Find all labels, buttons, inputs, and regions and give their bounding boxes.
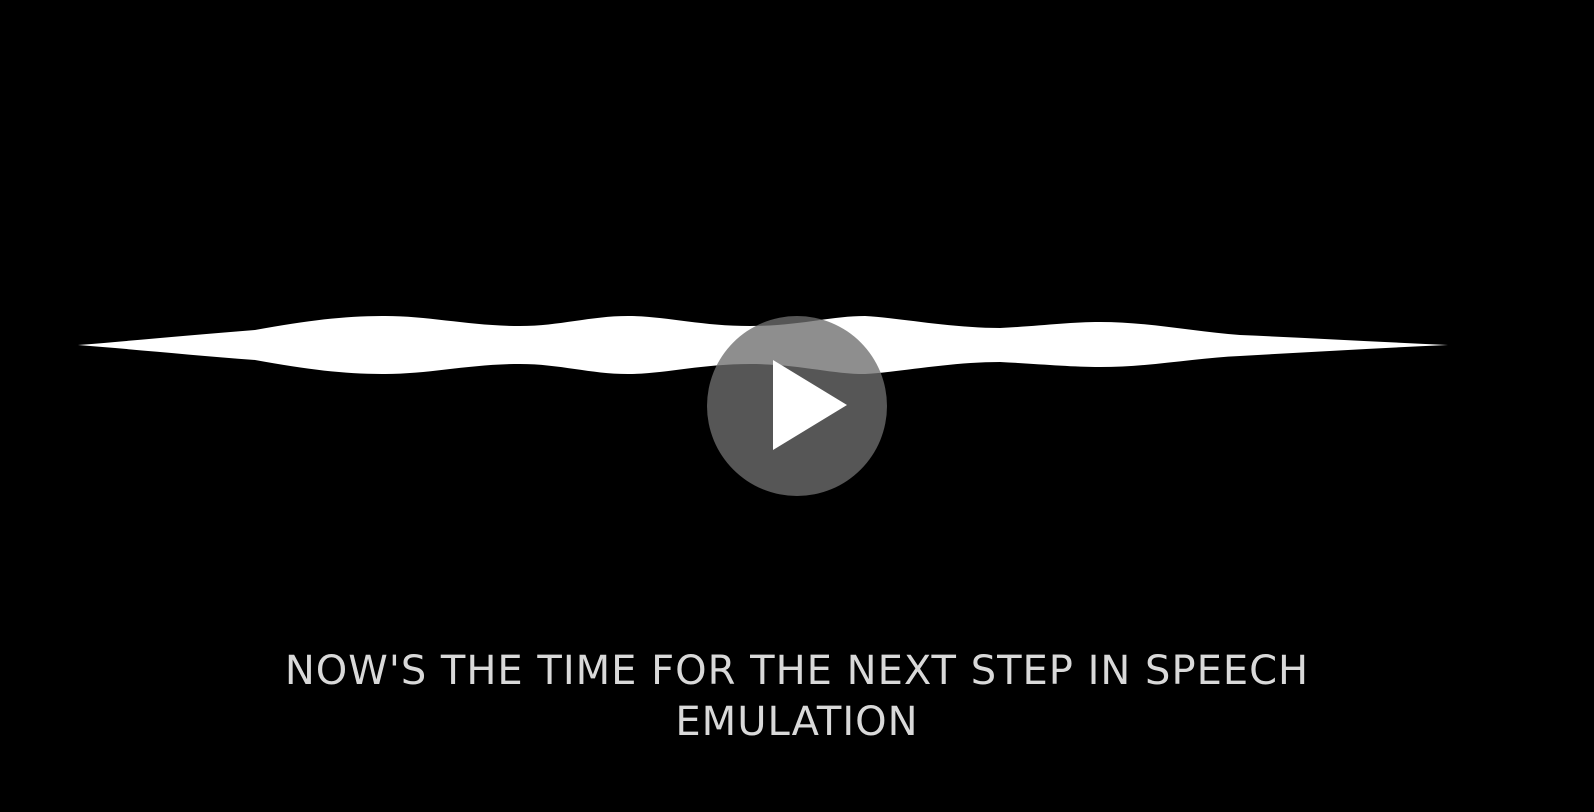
play-button[interactable]: [707, 316, 887, 496]
subtitle-caption: NOW'S THE TIME FOR THE NEXT STEP IN SPEE…: [0, 646, 1594, 748]
play-icon: [773, 360, 847, 450]
caption-line-1: NOW'S THE TIME FOR THE NEXT STEP IN SPEE…: [284, 648, 1310, 694]
video-player[interactable]: NOW'S THE TIME FOR THE NEXT STEP IN SPEE…: [0, 0, 1594, 812]
caption-line-2: EMULATION: [675, 699, 919, 745]
